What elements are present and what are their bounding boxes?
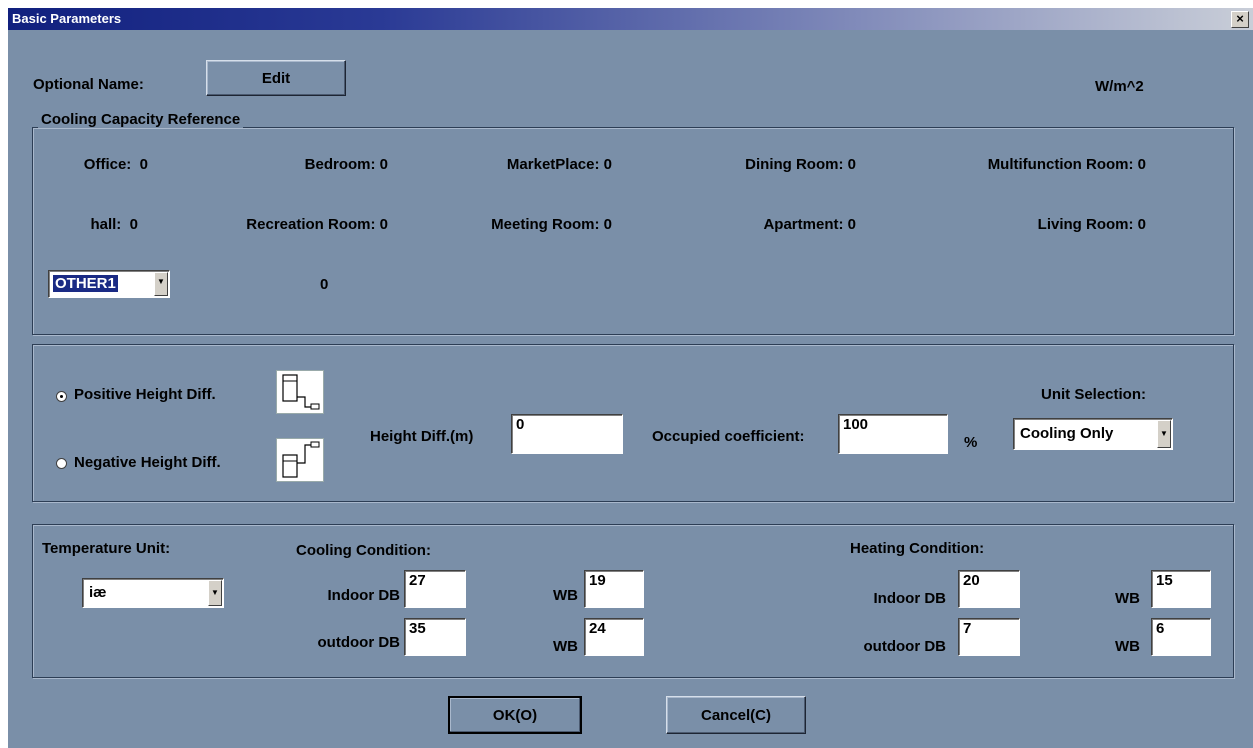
temperature-unit-select[interactable]: iæ ▼ [82,578,224,608]
close-icon[interactable]: × [1231,11,1249,28]
unit-selection-select[interactable]: Cooling Only ▼ [1013,418,1173,450]
room-recreation: Recreation Room: 0 [246,216,388,233]
cancel-button[interactable]: Cancel(C) [666,696,806,734]
heating-indoor-wb-input[interactable]: 15 [1151,570,1211,608]
cooling-condition-caption: Cooling Condition: [296,542,431,559]
cooling-capacity-reference-caption: Cooling Capacity Reference [38,111,244,128]
positive-height-diagram-icon [276,370,324,414]
edit-name-button[interactable]: Edit [206,60,346,96]
occupied-coefficient-input[interactable]: 100 [838,414,948,454]
cooling-indoor-db-input[interactable]: 27 [404,570,466,608]
basic-parameters-dialog: Basic Parameters × Optional Name: Edit W… [8,8,1253,748]
room-apartment: Apartment: 0 [763,216,856,233]
unit-note: W/m^2 [1095,78,1144,95]
optional-name-label: Optional Name: [33,76,144,93]
positive-height-radio[interactable] [56,391,67,402]
cooling-indoor-db-label: Indoor DB [327,587,401,604]
temperature-unit-label: Temperature Unit: [42,540,171,557]
room-marketplace: MarketPlace: 0 [506,156,612,173]
room-meeting: Meeting Room: 0 [491,216,612,233]
heating-condition-caption: Heating Condition: [850,540,985,557]
negative-height-label: Negative Height Diff. [74,454,221,471]
height-diff-label: Height Diff.(m) [370,428,474,445]
unit-selection-value: Cooling Only [1020,425,1114,442]
room-dining-room: Dining Room: 0 [745,156,856,173]
heating-indoor-db-input[interactable]: 20 [958,570,1020,608]
cooling-outdoor-db-label: outdoor DB [317,634,400,651]
room-office: Office: 0 [83,156,148,173]
negative-height-diagram-icon [276,438,324,482]
other-room-select[interactable]: OTHER1 ▼ [48,270,170,298]
heating-outdoor-db-label: outdoor DB [863,638,946,655]
ok-button[interactable]: OK(O) [448,696,582,734]
temperature-unit-value: iæ [89,584,107,601]
occupied-coefficient-label: Occupied coefficient: [652,428,805,445]
heating-outdoor-db-input[interactable]: 7 [958,618,1020,656]
cooling-outdoor-wb-label: WB [553,638,578,655]
unit-selection-label: Unit Selection: [1041,386,1147,403]
title-bar: Basic Parameters × [8,8,1253,30]
heating-indoor-wb-label: WB [1115,590,1140,607]
height-diff-input[interactable]: 0 [511,414,623,454]
negative-height-radio[interactable] [56,458,67,469]
window-title: Basic Parameters [12,11,122,26]
cooling-indoor-wb-label: WB [553,587,578,604]
room-hall: hall: 0 [90,216,138,233]
room-bedroom: Bedroom: 0 [304,156,388,173]
percent-label: % [964,434,978,451]
chevron-down-icon[interactable]: ▼ [1157,420,1171,448]
heating-outdoor-wb-label: WB [1115,638,1140,655]
cooling-outdoor-wb-input[interactable]: 24 [584,618,644,656]
heating-indoor-db-label: Indoor DB [873,590,947,607]
positive-height-label: Positive Height Diff. [74,386,216,403]
room-multifunction: Multifunction Room: 0 [987,156,1146,173]
cooling-indoor-wb-input[interactable]: 19 [584,570,644,608]
other-room-select-value: OTHER1 [53,275,118,292]
other-room-value: 0 [320,276,329,293]
heating-outdoor-wb-input[interactable]: 6 [1151,618,1211,656]
chevron-down-icon[interactable]: ▼ [154,272,168,296]
room-living: Living Room: 0 [1037,216,1146,233]
chevron-down-icon[interactable]: ▼ [208,580,222,606]
cooling-outdoor-db-input[interactable]: 35 [404,618,466,656]
